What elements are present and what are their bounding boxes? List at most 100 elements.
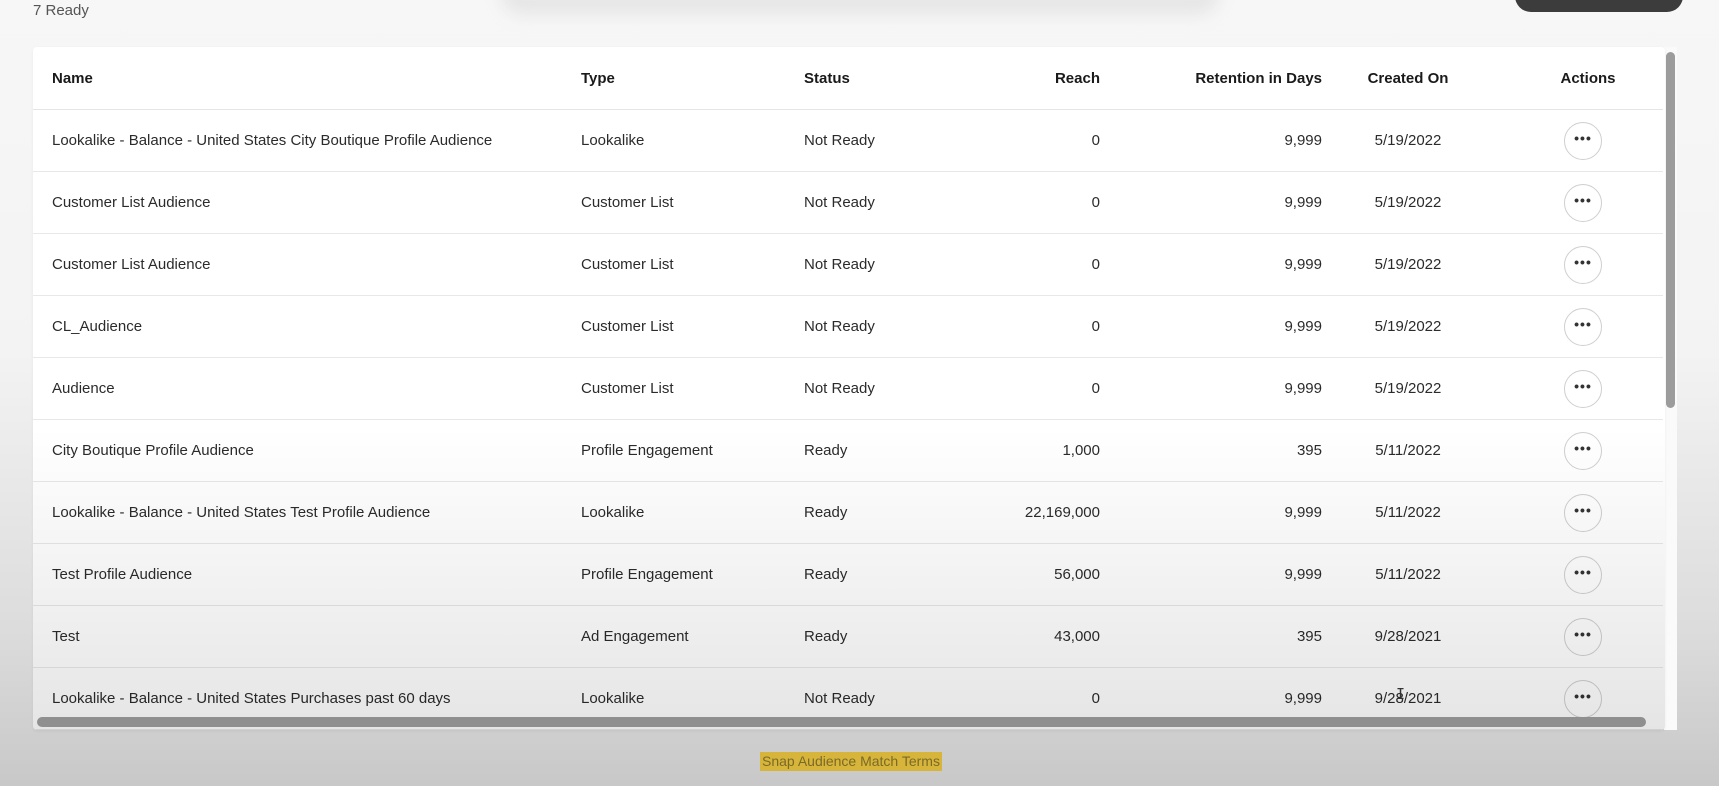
table-row[interactable]: City Boutique Profile Audience Profile En… [33,419,1663,482]
cell-status: Not Ready [803,295,965,358]
cell-status: Not Ready [803,109,965,172]
cell-status: Not Ready [803,171,965,234]
cell-retention: 9,999 [1100,357,1323,420]
more-options-icon: ••• [1574,501,1592,518]
cell-status: Ready [803,605,965,668]
table-row[interactable]: Audience Customer List Not Ready 0 9,999 5/19… [33,357,1663,420]
cell-type: Customer List [580,171,803,234]
ready-count-label: 7 Ready [33,2,89,19]
more-options-icon: ••• [1574,377,1592,394]
table-row[interactable]: Customer List Audience Customer List Not R… [33,171,1663,234]
column-header-status[interactable]: Status [803,47,965,110]
cell-status: Not Ready [803,233,965,296]
row-actions-button[interactable]: ••• [1564,679,1602,718]
table-header-row: Name Type Status Reach Retention in Days… [33,47,1663,110]
audience-match-terms-link[interactable]: Snap Audience Match Terms [760,752,942,771]
table-row[interactable]: Lookalike - Balance - United States Test… [33,481,1663,544]
row-actions-button[interactable]: ••• [1564,245,1602,284]
column-header-reach[interactable]: Reach [965,47,1100,110]
cell-retention: 395 [1100,605,1323,668]
cell-name: City Boutique Profile Audience [33,419,580,482]
column-header-name[interactable]: Name [33,47,580,110]
cell-status: Ready [803,481,965,544]
cell-actions: ••• [1484,605,1663,668]
cell-name: Customer List Audience [33,233,580,296]
cell-type: Profile Engagement [580,419,803,482]
cell-type: Lookalike [580,109,803,172]
cell-status: Ready [803,543,965,606]
cell-retention: 9,999 [1100,233,1323,296]
cell-created-on: 5/11/2022 [1323,419,1484,482]
audiences-table-panel: Name Type Status Reach Retention in Days… [33,47,1665,730]
more-options-icon: ••• [1574,191,1592,208]
table-row[interactable]: CL_Audience Customer List Not Ready 0 9,999 5… [33,295,1663,358]
row-actions-button[interactable]: ••• [1564,121,1602,160]
cell-retention: 9,999 [1100,543,1323,606]
cell-status: Not Ready [803,357,965,420]
cell-name: Lookalike - Balance - United States City… [33,109,580,172]
cell-actions: ••• [1484,543,1663,606]
cell-retention: 9,999 [1100,295,1323,358]
cell-reach: 56,000 [965,543,1100,606]
more-options-icon: ••• [1574,253,1592,270]
more-options-icon: ••• [1574,315,1592,332]
cell-actions: ••• [1484,233,1663,296]
horizontal-scrollbar-thumb[interactable] [37,717,1646,727]
cell-type: Customer List [580,233,803,296]
column-header-type[interactable]: Type [580,47,803,110]
cell-actions: ••• [1484,419,1663,482]
table-row[interactable]: Test Profile Audience Profile Engagement R… [33,543,1663,606]
more-options-icon: ••• [1574,687,1592,704]
cell-type: Customer List [580,295,803,358]
column-header-actions: Actions [1484,47,1663,110]
cell-actions: ••• [1484,109,1663,172]
cell-created-on: 9/28/2021 [1323,605,1484,668]
more-options-icon: ••• [1574,439,1592,456]
cell-actions: ••• [1484,481,1663,544]
cell-created-on: 5/19/2022 [1323,171,1484,234]
cell-reach: 0 [965,109,1100,172]
row-actions-button[interactable]: ••• [1564,493,1602,532]
top-blurred-element [500,0,1220,15]
more-options-icon: ••• [1574,625,1592,642]
cell-created-on: 5/19/2022 [1323,233,1484,296]
column-header-retention[interactable]: Retention in Days [1100,47,1323,110]
row-actions-button[interactable]: ••• [1564,307,1602,346]
cell-retention: 395 [1100,419,1323,482]
cell-type: Lookalike [580,481,803,544]
cell-type: Customer List [580,357,803,420]
vertical-scrollbar-thumb[interactable] [1666,52,1675,408]
cell-name: Test [33,605,580,668]
cell-retention: 9,999 [1100,109,1323,172]
text-cursor-icon: I [1396,685,1406,703]
column-header-created-on[interactable]: Created On [1323,47,1484,110]
table-row[interactable]: Customer List Audience Customer List Not R… [33,233,1663,296]
row-actions-button[interactable]: ••• [1564,431,1602,470]
cell-status: Ready [803,419,965,482]
top-right-action-button[interactable] [1515,0,1683,12]
cell-reach: 0 [965,357,1100,420]
cell-name: Lookalike - Balance - United States Test… [33,481,580,544]
table-row[interactable]: Test Ad Engagement Ready 43,000 395 9/28/2021… [33,605,1663,668]
cell-reach: 0 [965,295,1100,358]
cell-retention: 9,999 [1100,481,1323,544]
row-actions-button[interactable]: ••• [1564,183,1602,222]
cell-actions: ••• [1484,295,1663,358]
cell-name: Test Profile Audience [33,543,580,606]
cell-name: CL_Audience [33,295,580,358]
cell-name: Customer List Audience [33,171,580,234]
cell-actions: ••• [1484,357,1663,420]
cell-reach: 1,000 [965,419,1100,482]
cell-reach: 22,169,000 [965,481,1100,544]
cell-created-on: 5/11/2022 [1323,543,1484,606]
cell-reach: 0 [965,171,1100,234]
more-options-icon: ••• [1574,129,1592,146]
cell-created-on: 5/11/2022 [1323,481,1484,544]
row-actions-button[interactable]: ••• [1564,617,1602,656]
table-row[interactable]: Lookalike - Balance - United States City… [33,109,1663,172]
row-actions-button[interactable]: ••• [1564,555,1602,594]
more-options-icon: ••• [1574,563,1592,580]
cell-name: Audience [33,357,580,420]
row-actions-button[interactable]: ••• [1564,369,1602,408]
cell-type: Ad Engagement [580,605,803,668]
